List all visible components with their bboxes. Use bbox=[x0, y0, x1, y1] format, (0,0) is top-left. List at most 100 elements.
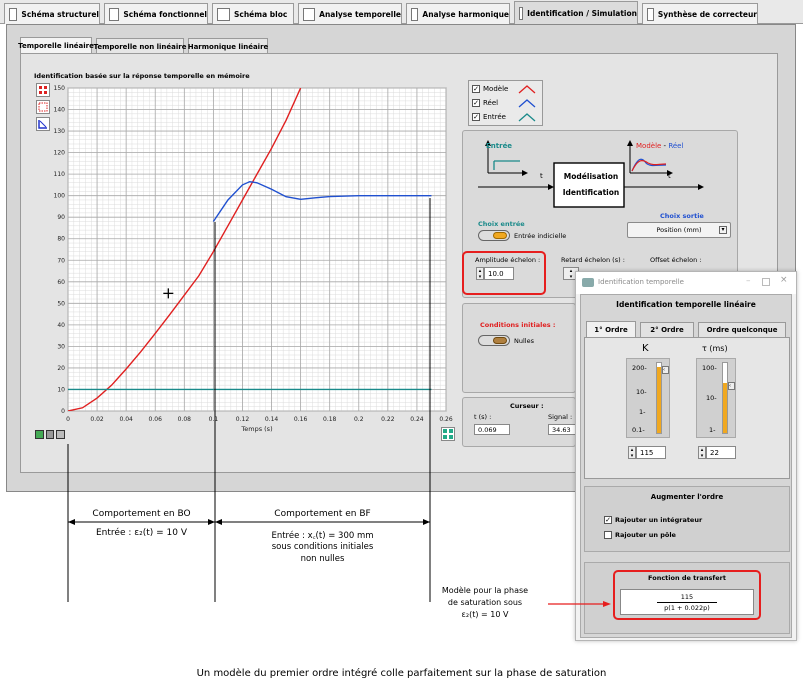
dialog-tab-2-ordre[interactable]: 2° Ordre bbox=[640, 322, 694, 337]
tab-schema-fonctionnel[interactable]: Schéma fonctionnel bbox=[104, 3, 208, 24]
close-icon[interactable]: × bbox=[780, 275, 788, 285]
tab-schema-structurel[interactable]: Schéma structurel bbox=[4, 3, 100, 24]
annotation-bf: Comportement en BF bbox=[274, 509, 371, 519]
caption: Un modèle du premier ordre intégré colle… bbox=[196, 668, 607, 679]
augmenter-title: Augmenter l'ordre bbox=[650, 493, 724, 501]
subtab-temporelle-lineaire[interactable]: Temporelle linéaire bbox=[18, 37, 94, 54]
y-tick-label: 130 bbox=[54, 128, 66, 135]
highlight-amplitude bbox=[462, 251, 546, 295]
k-slider-thumb[interactable]: ‹ bbox=[662, 366, 669, 374]
tab-analyse-harmonique[interactable]: Analyse harmonique bbox=[406, 3, 510, 24]
k-control: ▴ ▾ 115 bbox=[628, 446, 670, 459]
x-tick-label: 0.22 bbox=[381, 416, 395, 423]
entree-toggle[interactable] bbox=[478, 230, 510, 241]
annotation-model-2: de saturation sous bbox=[447, 598, 523, 607]
choix-entree-title: Choix entrée bbox=[478, 220, 525, 228]
checkbox-reel[interactable]: ✓ bbox=[472, 99, 480, 107]
x-tick-label: 0.06 bbox=[149, 416, 163, 423]
x-tick-label: 0.2 bbox=[354, 416, 364, 423]
main-tab-bar: Schéma structurel Schéma fonctionnel Sch… bbox=[0, 0, 803, 24]
tau-slider-fill bbox=[723, 383, 727, 433]
retard-label: Retard échelon (s) : bbox=[561, 256, 625, 264]
k-input[interactable]: 115 bbox=[636, 446, 666, 459]
curseur-signal-field[interactable]: 34.63 bbox=[548, 424, 578, 435]
diagram-input-label: Entrée bbox=[486, 142, 513, 150]
pole-option[interactable]: Rajouter un pôle bbox=[604, 531, 676, 539]
legend-item-modele[interactable]: ✓ Modèle bbox=[472, 84, 536, 94]
x-tick-label: 0.04 bbox=[119, 416, 133, 423]
pan-tool-icon[interactable] bbox=[56, 430, 66, 439]
tau-control: ▴ ▾ 22 bbox=[698, 446, 740, 459]
x-tick-label: 0.12 bbox=[236, 416, 250, 423]
legend-item-entree[interactable]: ✓ Entrée bbox=[472, 112, 536, 122]
annotation-bf-input-2: sous conditions initiales bbox=[271, 542, 374, 552]
y-tick-label: 80 bbox=[57, 236, 65, 243]
minimize-icon[interactable]: – bbox=[746, 276, 751, 286]
offset-label: Offset échelon : bbox=[650, 256, 702, 264]
response-chart[interactable]: 0 0.02 0.04 0.06 0.08 0.1 0.12 0.14 0.16 0.18 0.2 0… bbox=[34, 80, 462, 442]
tab-schema-bloc[interactable]: Schéma bloc bbox=[212, 3, 294, 24]
legend-item-reel[interactable]: ✓ Réel bbox=[472, 98, 536, 108]
annotation-bo-input: Entrée : ε₂(t) = 10 V bbox=[95, 528, 187, 538]
plot-area bbox=[67, 87, 447, 412]
entree-toggle-label: Entrée indicielle bbox=[514, 232, 567, 240]
graph-palette bbox=[35, 430, 66, 439]
checkbox-modele[interactable]: ✓ bbox=[472, 85, 480, 93]
diagram-block-line2: Identification bbox=[562, 188, 620, 197]
y-tick-label: 10 bbox=[57, 386, 65, 393]
dialog-title: Identification temporelle bbox=[598, 278, 684, 286]
legend-swatch-reel bbox=[518, 99, 536, 108]
x-axis-label: Temps (s) bbox=[240, 425, 272, 433]
subtab-temporelle-non-lineaire[interactable]: Temporelle non linéaire bbox=[94, 38, 186, 54]
tau-label: τ (ms) bbox=[702, 344, 728, 353]
integrateur-option[interactable]: ✓ Rajouter un intégrateur bbox=[604, 516, 702, 524]
curseur-t-field[interactable]: 0.069 bbox=[474, 424, 510, 435]
cursor-tool-icon[interactable] bbox=[35, 430, 44, 439]
y-tick-label: 110 bbox=[54, 171, 66, 178]
sortie-select[interactable]: Position (mm) ▾ bbox=[627, 222, 731, 238]
gear-icon bbox=[9, 7, 18, 21]
y-tick-label: 20 bbox=[57, 365, 65, 372]
y-tick-label: 0 bbox=[61, 408, 65, 415]
x-tick-label: 0.18 bbox=[323, 416, 337, 423]
conditions-toggle-label: Nulles bbox=[514, 337, 534, 345]
zoom-tool-icon[interactable] bbox=[45, 430, 55, 439]
legend-swatch-entree bbox=[518, 113, 536, 122]
curseur-title: Curseur : bbox=[510, 402, 544, 410]
x-tick-label: 0.26 bbox=[439, 416, 453, 423]
annotation-model-3: ε₂(t) = 10 V bbox=[461, 610, 509, 619]
tau-slider-thumb[interactable]: ‹ bbox=[728, 382, 735, 390]
conditions-box bbox=[462, 303, 576, 393]
dialog-tab-1-ordre[interactable]: 1° Ordre bbox=[586, 321, 636, 337]
maximize-icon[interactable] bbox=[762, 278, 770, 286]
subtab-harmonique-lineaire[interactable]: Harmonique linéaire bbox=[188, 38, 268, 54]
people-icon bbox=[519, 6, 524, 20]
y-tick-label: 100 bbox=[54, 193, 66, 200]
y-tick-label: 30 bbox=[57, 343, 65, 350]
tab-identification-simulation[interactable]: Identification / Simulation bbox=[514, 1, 638, 24]
integrateur-checkbox[interactable]: ✓ bbox=[604, 516, 612, 524]
pole-checkbox[interactable] bbox=[604, 531, 612, 539]
legend: ✓ Modèle ✓ Réel ✓ Entrée bbox=[468, 80, 543, 126]
pencil-icon bbox=[217, 7, 230, 21]
diagram-t-label-output: t bbox=[668, 172, 671, 180]
blocks-icon bbox=[109, 7, 120, 21]
tab-analyse-temporelle[interactable]: Analyse temporelle bbox=[298, 3, 402, 24]
tab-synthese-correcteur[interactable]: Synthèse de correcteur bbox=[642, 3, 758, 24]
tau-slider-track[interactable] bbox=[722, 362, 728, 434]
diagram-output-label: Modèle - Réel bbox=[636, 142, 684, 150]
annotation-bf-input-1: Entrée : x꜀(t) = 300 mm bbox=[271, 531, 374, 541]
tau-stepper[interactable]: ▴ ▾ bbox=[698, 446, 706, 459]
annotation-bo: Comportement en BO bbox=[92, 509, 191, 519]
diagram-t-label-input: t bbox=[540, 172, 543, 180]
y-tick-label: 50 bbox=[57, 300, 65, 307]
conditions-toggle[interactable] bbox=[478, 335, 510, 346]
k-stepper[interactable]: ▴ ▾ bbox=[628, 446, 636, 459]
annotation-bf-input-3: non nulles bbox=[300, 554, 345, 564]
dialog-tab-ordre-quelconque[interactable]: Ordre quelconque bbox=[698, 322, 786, 337]
checkbox-entree[interactable]: ✓ bbox=[472, 113, 480, 121]
y-tick-label: 40 bbox=[57, 322, 65, 329]
conditions-title: Conditions initiales : bbox=[480, 321, 556, 329]
tau-input[interactable]: 22 bbox=[706, 446, 736, 459]
fit-graph-icon[interactable] bbox=[441, 427, 455, 441]
